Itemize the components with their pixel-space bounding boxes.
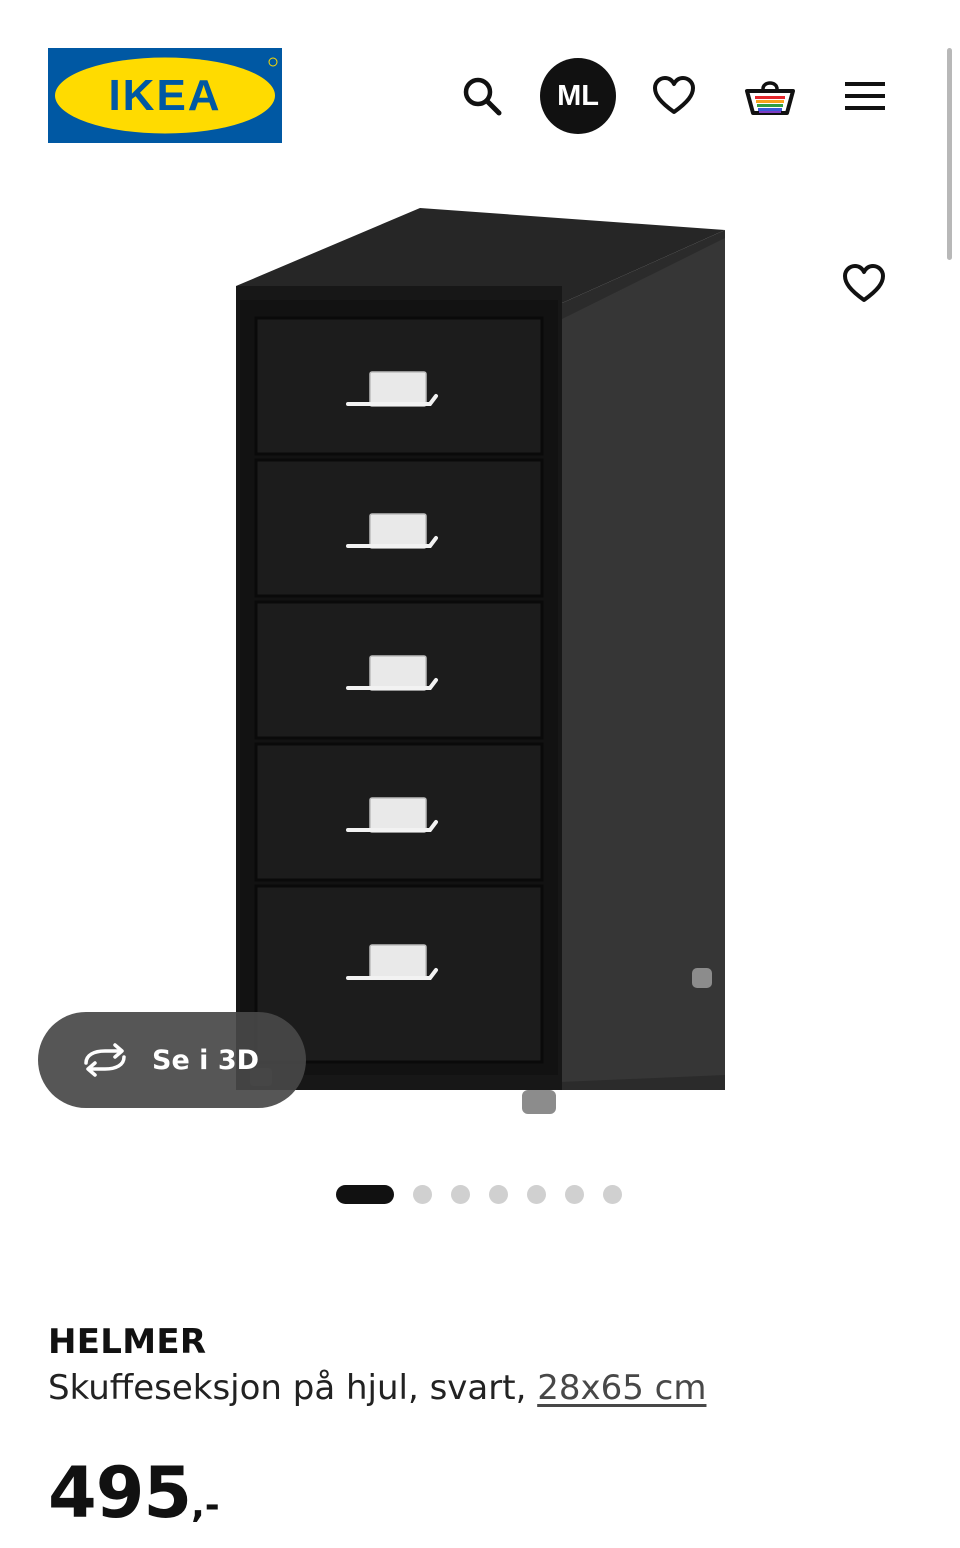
view-in-3d-button[interactable]: Se i 3D bbox=[38, 1012, 306, 1108]
carousel-dot-3[interactable] bbox=[451, 1184, 470, 1204]
product-description-text: Skuffeseksjon på hjul, svart, bbox=[48, 1368, 538, 1408]
view-in-3d-label: Se i 3D bbox=[152, 1044, 260, 1076]
carousel-dot-5[interactable] bbox=[527, 1184, 546, 1204]
ikea-logo[interactable]: IKEA bbox=[48, 48, 282, 143]
favorites-heart-icon[interactable] bbox=[648, 70, 700, 122]
price-suffix: ,- bbox=[191, 1485, 220, 1526]
hamburger-menu-icon[interactable] bbox=[840, 72, 890, 120]
user-avatar-button[interactable]: ML bbox=[540, 58, 616, 134]
product-image[interactable] bbox=[0, 160, 955, 1145]
rotate-3d-icon bbox=[80, 1042, 130, 1078]
product-favorite-heart-icon[interactable] bbox=[838, 258, 890, 310]
carousel-dot-1[interactable] bbox=[336, 1184, 394, 1204]
product-size-link[interactable]: 28x65 cm bbox=[537, 1368, 706, 1408]
carousel-dot-6[interactable] bbox=[565, 1184, 584, 1204]
carousel-dot-4[interactable] bbox=[489, 1184, 508, 1204]
shopping-basket-icon[interactable] bbox=[742, 70, 798, 122]
logo-wordmark: IKEA bbox=[108, 71, 221, 120]
product-description: Skuffeseksjon på hjul, svart, 28x65 cm bbox=[48, 1368, 706, 1408]
carousel-dot-2[interactable] bbox=[413, 1184, 432, 1204]
product-name: HELMER bbox=[48, 1322, 207, 1362]
search-icon[interactable] bbox=[458, 72, 506, 120]
avatar-initials: ML bbox=[557, 79, 599, 112]
product-price: 495,- bbox=[48, 1452, 220, 1534]
image-carousel-pagination[interactable] bbox=[336, 1184, 622, 1204]
carousel-dot-7[interactable] bbox=[603, 1184, 622, 1204]
price-value: 495 bbox=[48, 1452, 192, 1534]
